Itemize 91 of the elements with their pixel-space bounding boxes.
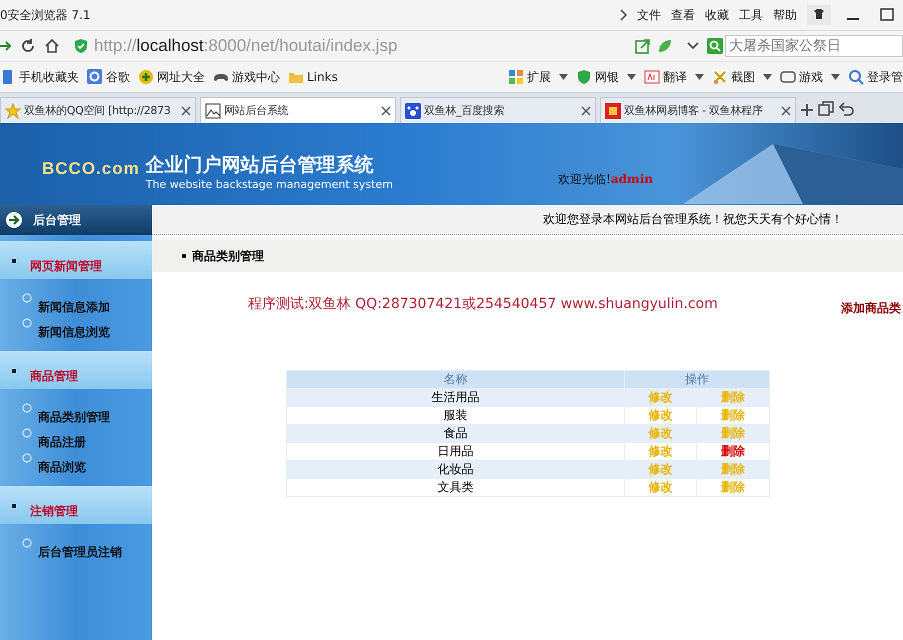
table-cell: 食品 xyxy=(286,424,624,442)
shield-icon xyxy=(576,69,592,85)
forward-icon[interactable] xyxy=(0,39,12,53)
bookmark[interactable]: 游戏中心 xyxy=(213,68,280,86)
plus-icon[interactable] xyxy=(800,103,814,117)
test-notice: 程序测试:双鱼林 QQ:287307421或254540457 www.shuangyulin.com xyxy=(248,295,719,313)
dropdown-icon[interactable] xyxy=(687,42,699,50)
toolbar-item[interactable]: 网银 xyxy=(576,68,619,86)
g-logo-icon xyxy=(87,69,103,85)
menu-item[interactable]: 查看 xyxy=(671,6,695,24)
add-category-link[interactable]: 添加商品类 xyxy=(841,292,903,316)
close-icon[interactable] xyxy=(781,106,791,116)
address-field[interactable]: http://localhost:8000/net/houtai/index.jsp xyxy=(68,34,679,58)
sidebar-link[interactable]: 后台管理员注销 xyxy=(38,538,122,561)
share-icon[interactable] xyxy=(635,38,651,54)
toolbar-item[interactable]: 翻译 xyxy=(644,68,687,86)
circle-icon xyxy=(22,318,32,328)
column-header: 操作 xyxy=(624,370,770,388)
circle-icon xyxy=(22,428,32,438)
close-icon[interactable] xyxy=(581,106,591,116)
sidebar-link[interactable]: 商品浏览 xyxy=(38,453,86,476)
table-cell: 生活用品 xyxy=(286,388,624,406)
home-icon[interactable] xyxy=(44,38,60,54)
star-icon xyxy=(5,102,21,118)
sidebar-link[interactable]: 商品注册 xyxy=(38,428,86,451)
search-icon xyxy=(707,38,723,54)
picture-icon xyxy=(205,102,221,118)
arrow-right-icon xyxy=(5,211,23,229)
caret-icon[interactable] xyxy=(763,74,772,80)
magnifier-icon xyxy=(848,69,864,85)
bookmark[interactable]: 手机收藏夹 xyxy=(0,68,79,86)
bullet-icon xyxy=(12,504,16,508)
translate-icon xyxy=(644,69,660,85)
caret-icon[interactable] xyxy=(831,74,840,80)
menu-item[interactable]: 工具 xyxy=(739,6,763,24)
toolbar-item[interactable]: 截图 xyxy=(712,68,755,86)
search-field[interactable]: 大屠杀国家公祭日 xyxy=(725,35,903,57)
sidebar-link[interactable]: 新闻信息添加 xyxy=(38,293,110,316)
bookmark[interactable]: Links xyxy=(288,69,338,85)
circle-icon xyxy=(22,538,32,548)
restore-icon[interactable] xyxy=(818,101,834,117)
shield-icon xyxy=(74,38,88,54)
section-title: 后台管理 xyxy=(33,212,81,228)
sidebar-link[interactable]: 新闻信息浏览 xyxy=(38,318,110,341)
toolbar-item[interactable]: 游戏 xyxy=(780,68,823,86)
table-cell: 化妆品 xyxy=(286,460,624,478)
toolbar-item[interactable]: 登录管 xyxy=(848,68,903,86)
browser-tab[interactable]: 双鱼林_百度搜索 xyxy=(400,97,596,123)
caret-icon[interactable] xyxy=(559,74,568,80)
browser-tab[interactable]: 双鱼林网易博客 - 双鱼林程序 xyxy=(600,97,796,123)
grid-icon xyxy=(508,69,524,85)
close-icon[interactable] xyxy=(181,106,191,116)
close-icon[interactable] xyxy=(381,106,391,116)
site-logo: BCCO.com xyxy=(42,158,140,180)
circle-icon xyxy=(22,403,32,413)
bullet-icon xyxy=(12,369,16,373)
sidebar-link[interactable]: 商品类别管理 xyxy=(38,403,110,426)
plus-circle-icon xyxy=(138,69,154,85)
system-subtitle: The website backstage management system xyxy=(146,178,393,190)
toolbar-item[interactable]: 扩展 xyxy=(508,68,551,86)
caret-icon[interactable] xyxy=(695,74,704,80)
browser-tab[interactable]: 网站后台系统 xyxy=(200,97,396,123)
chevron-icon xyxy=(619,9,627,21)
menu-group-header[interactable]: 商品管理 xyxy=(0,351,152,389)
paw-icon xyxy=(405,102,421,118)
welcome-label: 欢迎光临! xyxy=(558,170,611,188)
caret-icon[interactable] xyxy=(627,74,636,80)
browser-tab[interactable]: 双鱼林的QQ空间 [http://2873 xyxy=(0,97,196,123)
gamepad-icon xyxy=(780,69,796,85)
undo-icon[interactable] xyxy=(838,101,854,117)
table-cell: 文具类 xyxy=(286,478,624,496)
menu-item[interactable]: 收藏 xyxy=(705,6,729,24)
url-text: http://localhost:8000/net/houtai/index.jsp xyxy=(94,36,398,56)
bookmark[interactable]: 网址大全 xyxy=(138,68,205,86)
square-icon xyxy=(605,102,621,118)
reload-icon[interactable] xyxy=(20,38,36,54)
bookmark[interactable]: 谷歌 xyxy=(87,68,130,86)
system-title: 企业门户网站后台管理系统 xyxy=(146,152,375,178)
bullet-icon xyxy=(182,254,186,258)
menu-group-header[interactable]: 网页新闻管理 xyxy=(0,241,152,279)
menu-item[interactable]: 帮助 xyxy=(773,6,797,24)
user-name: admin xyxy=(610,172,653,186)
circle-icon xyxy=(22,453,32,463)
page-title: 商品类别管理 xyxy=(192,248,264,264)
column-header: 名称 xyxy=(286,370,624,388)
circle-icon xyxy=(22,293,32,303)
window-title: 0安全浏览器 7.1 xyxy=(0,6,91,24)
menu-group-header[interactable]: 注销管理 xyxy=(0,486,152,524)
menu-item[interactable]: 文件 xyxy=(637,6,661,24)
welcome-message: 欢迎您登录本网站后台管理系统！祝您天天有个好心情！ xyxy=(543,211,843,228)
bullet-icon xyxy=(12,259,16,263)
